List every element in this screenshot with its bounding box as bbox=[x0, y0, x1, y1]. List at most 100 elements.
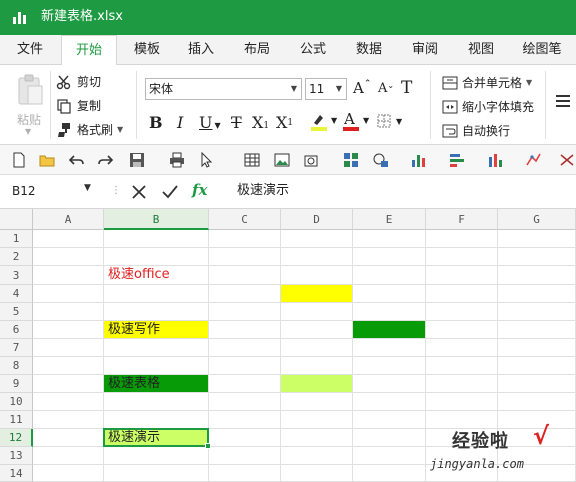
cell-b12[interactable]: 极速演示 bbox=[103, 428, 209, 447]
tab-review[interactable]: 审阅 bbox=[399, 35, 451, 65]
filled-cell-e6[interactable] bbox=[353, 321, 425, 338]
column-header-e[interactable]: E bbox=[353, 209, 426, 230]
open-folder-icon[interactable] bbox=[38, 151, 56, 169]
gridline-horizontal bbox=[33, 410, 576, 411]
copy-label: 复制 bbox=[77, 99, 102, 113]
row-header-2[interactable]: 2 bbox=[0, 248, 33, 266]
tab-draw-pen[interactable]: 绘图笔 bbox=[514, 35, 570, 65]
clear-format-icon[interactable]: T bbox=[401, 78, 412, 98]
column-header-c[interactable]: C bbox=[209, 209, 281, 230]
tab-view[interactable]: 视图 bbox=[455, 35, 507, 65]
subscript-button[interactable]: X1 bbox=[252, 113, 269, 136]
font-color-button[interactable]: A ▼ bbox=[343, 110, 373, 134]
filled-cell-d9[interactable] bbox=[281, 375, 352, 392]
column-header-b[interactable]: B bbox=[104, 209, 209, 230]
shrink-label: 缩小字体填充 bbox=[462, 100, 535, 114]
tab-templates[interactable]: 模板 bbox=[121, 35, 173, 65]
table-icon[interactable] bbox=[243, 151, 261, 169]
fill-handle[interactable] bbox=[205, 443, 211, 449]
select-pointer-icon[interactable] bbox=[198, 151, 216, 169]
column-chart-icon[interactable] bbox=[486, 151, 504, 169]
highlight-color-button[interactable]: ▼ bbox=[311, 112, 341, 134]
format-painter-button[interactable]: 格式刷 ▼ bbox=[56, 122, 123, 138]
superscript-letter: X bbox=[276, 113, 288, 132]
cell-b3[interactable]: 极速office bbox=[104, 266, 208, 284]
new-document-icon[interactable] bbox=[10, 151, 28, 169]
wrap-text-button[interactable]: 自动换行 bbox=[442, 123, 510, 139]
copy-button[interactable]: 复制 bbox=[56, 98, 101, 114]
name-box[interactable]: B12 bbox=[12, 183, 36, 199]
shrink-to-fit-button[interactable]: 缩小字体填充 bbox=[442, 99, 534, 115]
more-chart-icon[interactable] bbox=[558, 151, 576, 169]
row-header-14[interactable]: 14 bbox=[0, 465, 33, 482]
tab-file[interactable]: 文件 bbox=[4, 35, 56, 65]
row-header-13[interactable]: 13 bbox=[0, 447, 33, 465]
filled-cell-d4[interactable] bbox=[281, 285, 352, 302]
cell-b6[interactable]: 极速写作 bbox=[104, 321, 208, 338]
column-header-g[interactable]: G bbox=[498, 209, 576, 230]
italic-button[interactable]: I bbox=[177, 113, 183, 133]
cut-button[interactable]: 剪切 bbox=[56, 74, 101, 90]
bold-button[interactable]: B bbox=[149, 113, 163, 133]
strikethrough-button[interactable]: T bbox=[231, 113, 242, 133]
format-painter-label: 格式刷 bbox=[77, 123, 114, 137]
row-header-10[interactable]: 10 bbox=[0, 393, 33, 411]
row-header-6[interactable]: 6 bbox=[0, 321, 33, 339]
shapes-icon[interactable] bbox=[372, 151, 390, 169]
subscript-letter: X bbox=[252, 113, 264, 132]
column-header-a[interactable]: A bbox=[33, 209, 104, 230]
align-icon[interactable] bbox=[556, 95, 570, 109]
tab-home[interactable]: 开始 bbox=[61, 35, 117, 66]
paste-button[interactable]: 粘贴 ▼ bbox=[10, 71, 50, 137]
underline-button[interactable]: U ▼ bbox=[199, 113, 221, 136]
tab-data[interactable]: 数据 bbox=[343, 35, 395, 65]
increase-font-icon[interactable]: A⌃ bbox=[353, 79, 371, 97]
print-icon[interactable] bbox=[168, 151, 186, 169]
row-header-4[interactable]: 4 bbox=[0, 285, 33, 303]
chevron-down-icon: ▼ bbox=[214, 121, 221, 130]
decrease-font-icon[interactable]: A⌄ bbox=[378, 81, 394, 96]
row-header-12[interactable]: 12 bbox=[0, 429, 33, 447]
select-all-corner[interactable] bbox=[0, 209, 33, 230]
undo-icon[interactable] bbox=[68, 151, 86, 169]
column-header-f[interactable]: F bbox=[426, 209, 498, 230]
chevron-down-icon: ▼ bbox=[25, 127, 32, 136]
tab-insert[interactable]: 插入 bbox=[175, 35, 227, 65]
row-header-5[interactable]: 5 bbox=[0, 303, 33, 321]
borders-button[interactable]: ▼ bbox=[377, 114, 407, 134]
redo-icon[interactable] bbox=[96, 151, 114, 169]
chevron-down-icon[interactable]: ▼ bbox=[84, 183, 91, 193]
insert-function-icon[interactable]: fx bbox=[192, 181, 207, 199]
row-header-7[interactable]: 7 bbox=[0, 339, 33, 357]
superscript-button[interactable]: X1 bbox=[276, 113, 293, 133]
bar-chart-icon[interactable] bbox=[410, 151, 428, 169]
merge-cells-button[interactable]: 合并单元格 ▼ bbox=[442, 75, 532, 91]
screenshot-icon[interactable] bbox=[303, 151, 321, 169]
gridline-horizontal bbox=[33, 338, 576, 339]
shrink-icon bbox=[442, 100, 458, 114]
paintbrush-icon bbox=[58, 123, 70, 137]
confirm-check-icon[interactable] bbox=[161, 184, 179, 200]
horizontal-bar-icon[interactable] bbox=[448, 151, 466, 169]
highlighter-icon bbox=[314, 115, 323, 125]
font-size-dropdown[interactable]: 11 ▼ bbox=[305, 78, 347, 100]
row-header-8[interactable]: 8 bbox=[0, 357, 33, 375]
cancel-x-icon[interactable] bbox=[131, 184, 147, 200]
chevron-down-icon: ▼ bbox=[526, 78, 533, 87]
chevron-down-icon: ▼ bbox=[396, 117, 403, 126]
font-name-dropdown[interactable]: 宋体 ▼ bbox=[145, 78, 302, 100]
column-header-d[interactable]: D bbox=[281, 209, 353, 230]
formula-input[interactable]: 极速演示 bbox=[237, 183, 289, 199]
scatter-chart-icon[interactable] bbox=[524, 151, 542, 169]
menu-bar: 文件 开始 模板 插入 布局 公式 数据 审阅 视图 绘图笔 bbox=[0, 35, 576, 66]
row-header-3[interactable]: 3 bbox=[0, 266, 33, 285]
cell-b9[interactable]: 极速表格 bbox=[104, 375, 208, 392]
tab-formulas[interactable]: 公式 bbox=[287, 35, 339, 65]
picture-icon[interactable] bbox=[273, 151, 291, 169]
tab-layout[interactable]: 布局 bbox=[231, 35, 283, 65]
row-header-1[interactable]: 1 bbox=[0, 230, 33, 248]
save-icon[interactable] bbox=[128, 151, 146, 169]
row-header-9[interactable]: 9 bbox=[0, 375, 33, 393]
row-header-11[interactable]: 11 bbox=[0, 411, 33, 429]
chart-grid-icon[interactable] bbox=[342, 151, 360, 169]
